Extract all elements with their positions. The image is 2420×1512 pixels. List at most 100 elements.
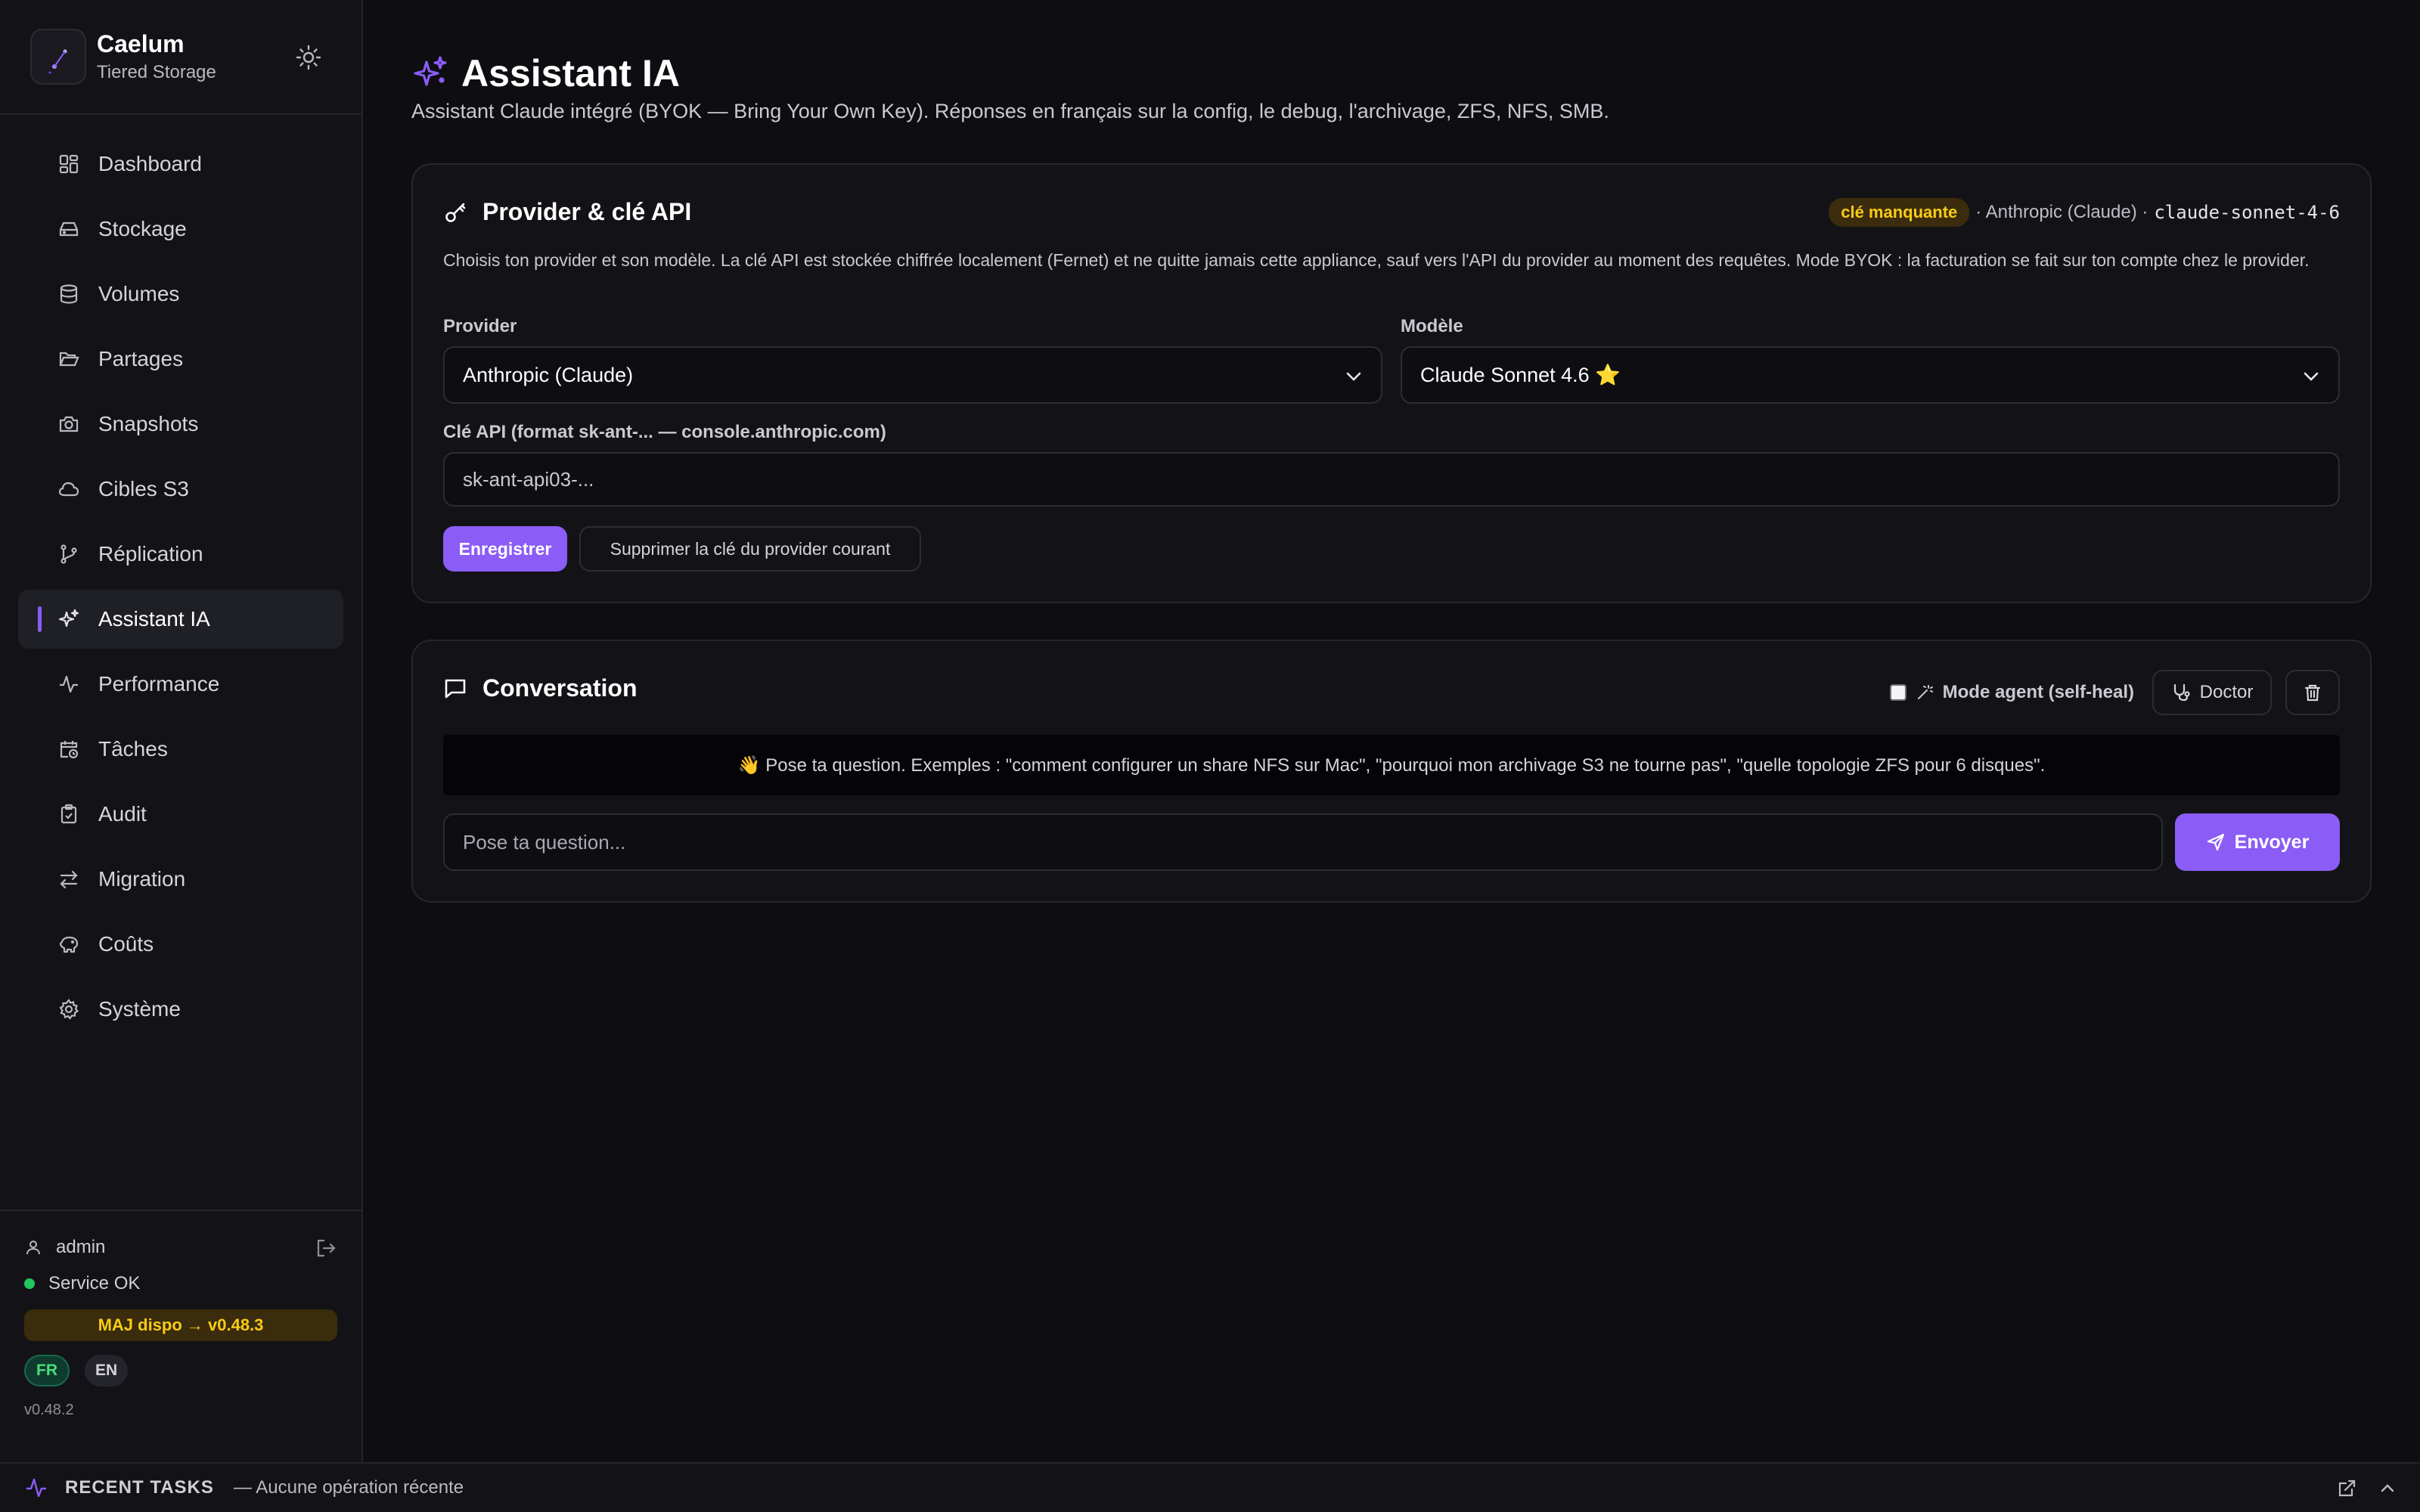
arrows-left-right-icon [57,868,80,891]
page-title: Assistant IA [461,52,680,94]
provider-meta-text: · Anthropic (Claude) · [1975,202,2149,222]
clipboard-check-icon [57,803,80,826]
activity-icon [57,673,80,696]
message-square-icon [443,677,482,701]
save-button[interactable]: Enregistrer [443,526,567,572]
key-icon [443,200,482,225]
agent-mode-label: Mode agent (self-heal) [1916,682,2134,703]
chevron-down-icon [2301,366,2322,387]
sidebar: Caelum Tiered Storage Dashboard Stockage [0,0,363,1462]
sidebar-item-label: Réplication [98,542,203,565]
service-status: Service OK [24,1273,140,1294]
sidebar-item-label: Tâches [98,737,168,761]
provider-card-title: Provider & clé API [443,198,691,226]
recent-tasks-actions [2316,1479,2397,1498]
sidebar-item-label: Partages [98,347,184,370]
sidebar-item-couts[interactable]: Coûts [18,915,343,974]
sidebar-item-label: Dashboard [98,152,202,175]
doctor-button[interactable]: Doctor [2152,670,2272,715]
sidebar-item-dashboard[interactable]: Dashboard [18,135,343,194]
question-input-placeholder: Pose ta question... [463,830,626,854]
sidebar-footer: admin Service OK MAJ dispo → v0.48.3 FR … [0,1210,361,1462]
sidebar-item-stockage[interactable]: Stockage [18,200,343,259]
sidebar-item-label: Assistant IA [98,607,210,631]
brand-name: Caelum [97,30,185,57]
provider-card-title-text: Provider & clé API [482,198,692,225]
sparkles-icon [57,608,80,631]
sidebar-item-label: Volumes [98,282,180,305]
hard-drive-icon [57,218,80,240]
piggy-bank-icon [57,933,80,956]
brand-header: Caelum Tiered Storage [0,0,361,115]
sidebar-item-cibles-s3[interactable]: Cibles S3 [18,460,343,519]
question-input[interactable]: Pose ta question... [443,813,2163,871]
sidebar-item-label: Stockage [98,217,187,240]
chevron-down-icon [1343,366,1364,387]
current-user: admin [24,1237,105,1258]
sidebar-item-volumes[interactable]: Volumes [18,265,343,324]
lang-fr-button[interactable]: FR [24,1355,70,1387]
username: admin [56,1237,106,1257]
camera-icon [57,413,80,435]
magic-wand-icon [1916,683,1943,702]
app-version: v0.48.2 [24,1402,74,1418]
clear-conversation-button[interactable] [2285,670,2340,715]
sidebar-item-performance[interactable]: Performance [18,655,343,714]
status-dot [24,1278,35,1289]
trash-icon [2303,683,2322,702]
sidebar-item-migration[interactable]: Migration [18,850,343,909]
model-select-value: Claude Sonnet 4.6 ⭐ [1420,364,1621,386]
delete-key-button[interactable]: Supprimer la clé du provider courant [579,526,921,572]
recent-tasks-bar[interactable]: RECENT TASKS — Aucune opération récente [0,1462,2420,1512]
sidebar-item-taches[interactable]: Tâches [18,720,343,779]
provider-label: Provider [443,316,517,336]
gear-icon [57,998,80,1021]
conversation-controls: Mode agent (self-heal) Doctor [1889,670,2340,715]
external-link-icon[interactable] [2337,1479,2356,1498]
sidebar-item-assistant-ia[interactable]: Assistant IA [18,590,343,649]
sidebar-item-label: Audit [98,802,147,826]
conversation-card-title: Conversation [443,674,637,702]
theme-toggle-sun-icon[interactable] [293,42,324,73]
activity-icon [24,1476,48,1500]
update-badge[interactable]: MAJ dispo → v0.48.3 [24,1309,337,1341]
database-icon [57,283,80,305]
model-select[interactable]: Claude Sonnet 4.6 ⭐ [1401,346,2340,404]
provider-card: Provider & clé API clé manquante · Anthr… [411,163,2372,603]
api-key-input[interactable]: sk-ant-api03-... [443,452,2340,507]
folder-open-icon [57,348,80,370]
user-icon [24,1238,56,1256]
model-id: claude-sonnet-4-6 [2154,202,2340,223]
provider-select[interactable]: Anthropic (Claude) [443,346,1382,404]
calendar-clock-icon [57,738,80,761]
recent-tasks-status: — Aucune opération récente [233,1477,464,1498]
service-status-label: Service OK [48,1273,141,1294]
brand-subtitle: Tiered Storage [97,62,216,82]
stethoscope-icon [2171,683,2191,702]
send-button[interactable]: Envoyer [2175,813,2340,871]
page-subtitle: Assistant Claude intégré (BYOK — Bring Y… [411,100,1609,122]
sidebar-item-audit[interactable]: Audit [18,785,343,844]
sidebar-item-label: Snapshots [98,412,199,435]
dashboard-icon [57,153,80,175]
lang-en-button[interactable]: EN [85,1355,129,1387]
sidebar-item-label: Coûts [98,932,154,956]
conversation-title-text: Conversation [482,674,638,702]
sparkles-icon [411,54,449,92]
sidebar-item-systeme[interactable]: Système [18,980,343,1039]
sidebar-item-replication[interactable]: Réplication [18,525,343,584]
agent-mode-checkbox[interactable] [1889,684,1907,701]
recent-tasks-label: RECENT TASKS [65,1477,214,1498]
chevron-up-icon[interactable] [2378,1479,2397,1498]
send-icon [2206,832,2226,852]
git-branch-icon [57,543,80,565]
sidebar-nav: Dashboard Stockage Volumes Partages Snap… [18,135,343,1045]
provider-description: Choisis ton provider et son modèle. La c… [443,250,2310,270]
provider-meta: clé manquante · Anthropic (Claude) · cla… [1829,198,2340,227]
logout-icon[interactable] [315,1237,337,1259]
sidebar-item-partages[interactable]: Partages [18,330,343,389]
sidebar-item-snapshots[interactable]: Snapshots [18,395,343,454]
sidebar-item-label: Système [98,997,181,1021]
agent-mode-text: Mode agent (self-heal) [1942,682,2134,702]
conversation-card: Conversation Mode agent (self-heal) Doct… [411,640,2372,903]
